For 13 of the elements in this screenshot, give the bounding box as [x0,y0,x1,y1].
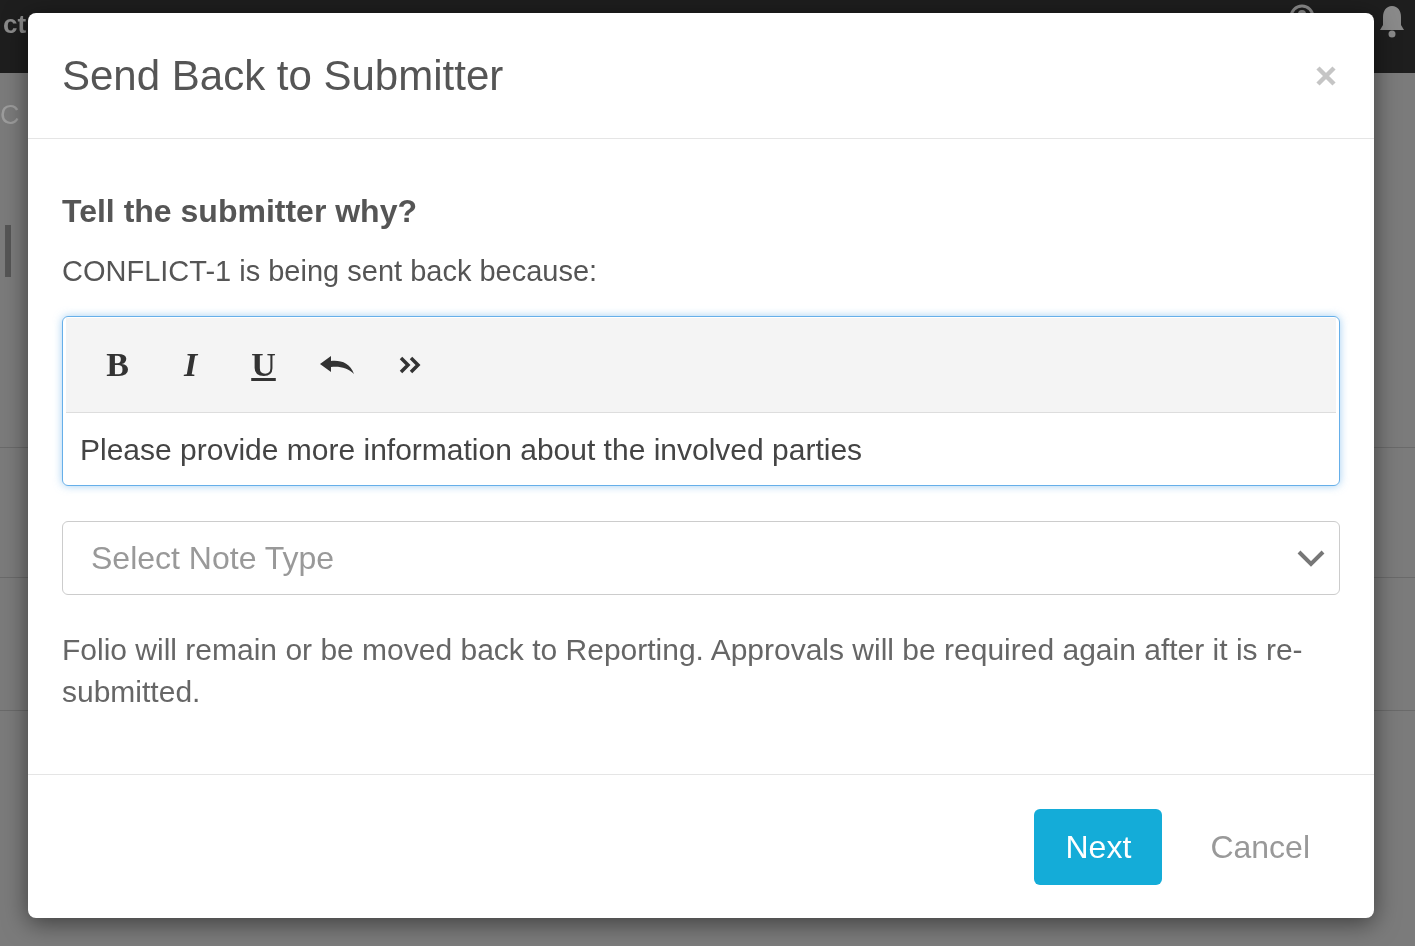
notice-text: Folio will remain or be moved back to Reporting. Approvals will be required again after it is re-submitted. [62,632,1304,710]
bold-button[interactable]: B [106,346,129,384]
editor-text-area[interactable]: Please provide more information about the involved parties [63,413,1339,485]
bell-icon[interactable] [1378,4,1406,38]
italic-button[interactable]: I [183,346,198,384]
prompt-text: CONFLICT-1 is being sent back because: [62,254,598,289]
double-chevron-icon[interactable] [398,356,421,374]
undo-icon[interactable] [318,355,355,375]
underline-button[interactable]: U [251,346,276,384]
section-heading: Tell the submitter why? [62,194,417,229]
chevron-down-icon [1296,549,1326,567]
top-bar-title: ct [2,8,27,40]
modal-title: Send Back to Submitter [62,50,504,101]
